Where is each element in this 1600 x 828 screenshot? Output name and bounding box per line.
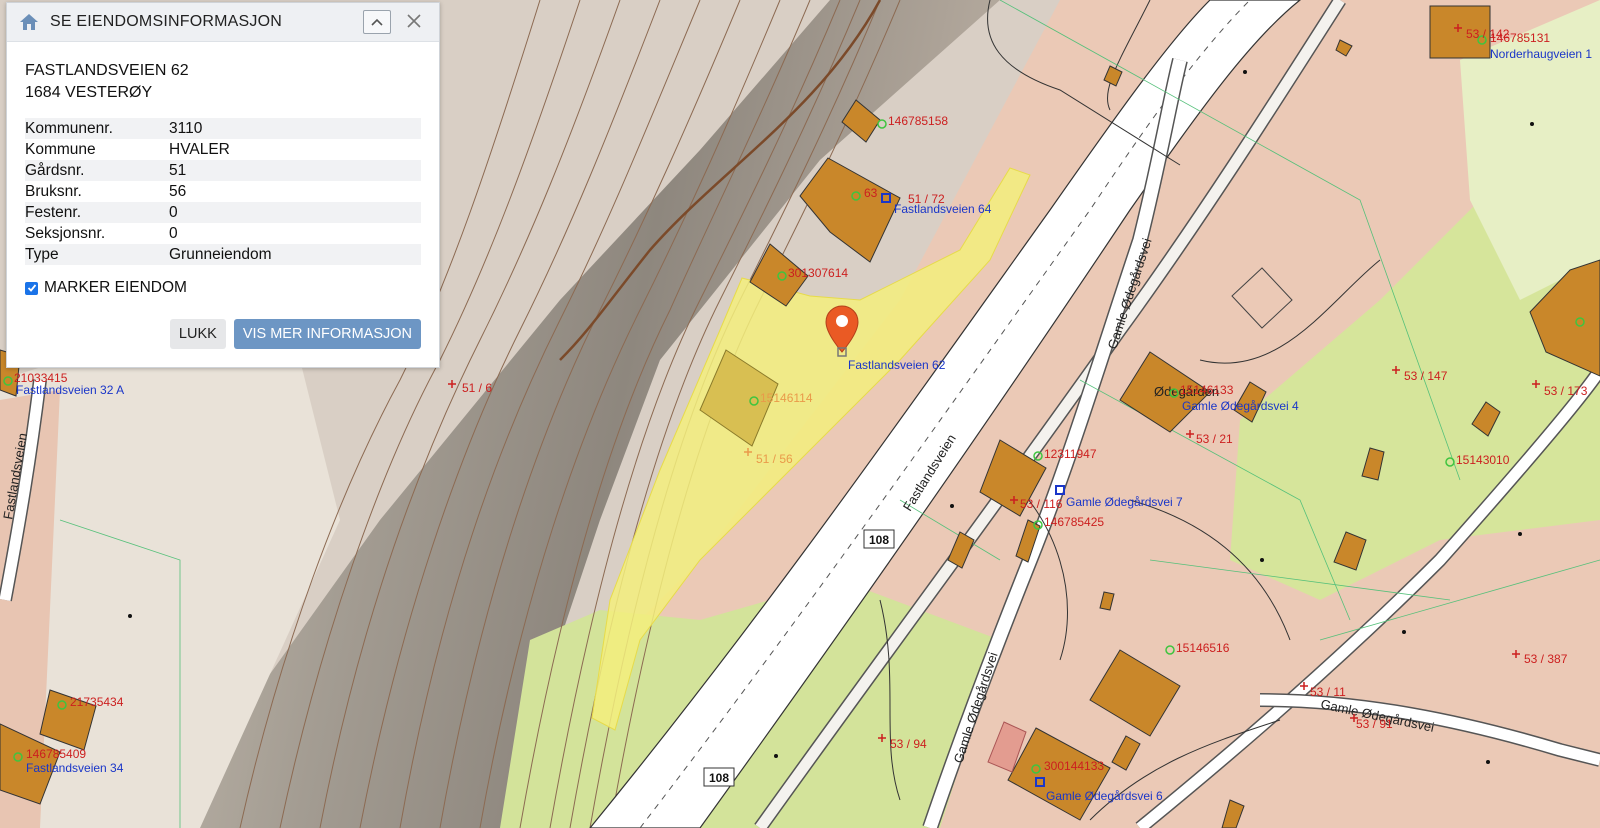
building-id: 146785158 xyxy=(888,114,948,128)
panel-header: SE EIENDOMSINFORMASJON xyxy=(7,3,439,42)
address-label: Norderhaugveien 1 xyxy=(1490,47,1592,61)
panel-actions: LUKK VIS MER INFORMASJON xyxy=(169,319,421,349)
property-row: Festenr. 0 xyxy=(25,202,421,223)
property-value: 0 xyxy=(169,225,178,242)
property-key: Festenr. xyxy=(25,204,81,221)
address-label: Gamle Ødegårdsvei 7 xyxy=(1066,495,1183,509)
address-postal: 1684 VESTERØY xyxy=(25,84,153,101)
checkmark-icon xyxy=(27,284,36,292)
more-info-button[interactable]: VIS MER INFORMASJON xyxy=(233,319,421,349)
building-id: 63 xyxy=(864,186,878,200)
property-row: Seksjonsnr. 0 xyxy=(25,223,421,244)
mark-property-label: MARKER EIENDOM xyxy=(44,279,187,296)
property-row: Type Grunneiendom xyxy=(25,244,421,265)
property-info-panel: SE EIENDOMSINFORMASJON FASTLANDSVEIEN 62… xyxy=(6,2,440,368)
property-key: Gårdsnr. xyxy=(25,162,85,179)
parcel-label: 53 / 147 xyxy=(1404,369,1448,383)
property-value: 3110 xyxy=(169,120,203,137)
parcel-label: 53 / 21 xyxy=(1196,432,1233,446)
close-button[interactable] xyxy=(403,10,425,32)
road-number-label: 108 xyxy=(709,771,729,785)
chevron-up-icon xyxy=(371,18,383,26)
building-id: 146785425 xyxy=(1044,515,1104,529)
property-key: Kommune xyxy=(25,141,96,158)
building-id: 146785409 xyxy=(26,747,86,761)
parcel-label: 53 / 91 xyxy=(1356,717,1393,731)
building-id: 15146133 xyxy=(1180,383,1234,397)
parcel-label: 51 / 6 xyxy=(462,381,492,395)
parcel-label: 53 / 387 xyxy=(1524,652,1568,666)
property-row: Gårdsnr. 51 xyxy=(25,160,421,181)
property-value: Grunneiendom xyxy=(169,246,272,263)
collapse-button[interactable] xyxy=(363,10,391,34)
address-label: Fastlandsveien 34 xyxy=(26,761,124,775)
property-table: Kommunenr. 3110 Kommune HVALER Gårdsnr. 51 … xyxy=(25,118,421,265)
building-id: 21735434 xyxy=(70,695,124,709)
property-row: Kommunenr. 3110 xyxy=(25,118,421,139)
address-block: FASTLANDSVEIEN 62 1684 VESTERØY xyxy=(7,42,439,104)
close-icon xyxy=(407,14,421,28)
parcel-label: 53 / 142 xyxy=(1466,27,1510,41)
building-id: 301307614 xyxy=(788,266,848,280)
property-row: Kommune HVALER xyxy=(25,139,421,160)
property-value: 56 xyxy=(169,183,187,200)
road-shield-108-b: 108 xyxy=(703,767,735,787)
parcel-label: 51 / 72 xyxy=(908,192,945,206)
close-panel-button[interactable]: LUKK xyxy=(169,319,226,349)
building-id: 300144133 xyxy=(1044,759,1104,773)
road-shield-108-a: 108 xyxy=(863,529,895,549)
property-row: Bruksnr. 56 xyxy=(25,181,421,202)
home-icon[interactable] xyxy=(19,11,41,33)
address-street: FASTLANDSVEIEN 62 xyxy=(25,62,189,79)
property-key: Bruksnr. xyxy=(25,183,82,200)
address-label: Fastlandsveien 32 A xyxy=(16,383,124,397)
road-number-label: 108 xyxy=(869,533,889,547)
address-label: Gamle Ødegårdsvei 6 xyxy=(1046,789,1163,803)
property-value: HVALER xyxy=(169,141,230,158)
mark-property-toggle[interactable]: MARKER EIENDOM xyxy=(25,279,421,297)
parcel-label: 53 / 173 xyxy=(1544,384,1588,398)
building-id: 15143010 xyxy=(1456,453,1510,467)
building-id: 15146516 xyxy=(1176,641,1230,655)
property-value: 0 xyxy=(169,204,178,221)
parcel-label: 51 / 56 xyxy=(756,452,793,466)
parcel-label: 53 / 116 xyxy=(1020,497,1063,511)
property-key: Seksjonsnr. xyxy=(25,225,106,242)
building-id: 21033415 xyxy=(14,371,68,385)
property-key: Type xyxy=(25,246,59,263)
panel-title: SE EIENDOMSINFORMASJON xyxy=(50,13,282,30)
parcel-label: 53 / 11 xyxy=(1310,685,1346,699)
property-key: Kommunenr. xyxy=(25,120,113,137)
building-id: 15146114 xyxy=(760,391,813,405)
mark-property-checkbox[interactable] xyxy=(25,281,38,295)
address-label: Gamle Ødegårdsvei 4 xyxy=(1182,399,1299,413)
parcel-label: 53 / 94 xyxy=(890,737,927,751)
building-id: 12311947 xyxy=(1044,447,1097,461)
address-label: Fastlandsveien 62 xyxy=(848,358,946,372)
property-value: 51 xyxy=(169,162,187,179)
